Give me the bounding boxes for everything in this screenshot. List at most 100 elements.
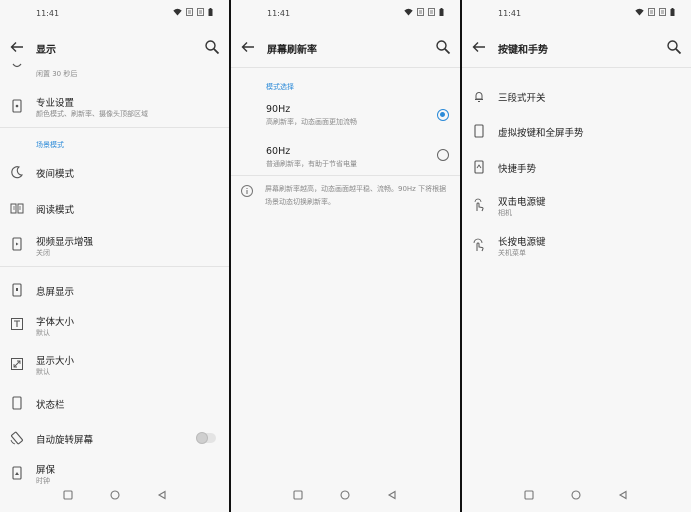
battery-icon: [439, 8, 444, 16]
status-bar: 11:41: [0, 8, 229, 20]
item-label: 字体大小: [36, 317, 75, 328]
back-arrow-icon[interactable]: [239, 38, 257, 56]
reading-mode-item[interactable]: 阅读模式: [0, 196, 229, 220]
alert-slider-item[interactable]: 三段式开关: [462, 84, 691, 108]
phone-display-icon: [12, 283, 22, 297]
option-subtitle: 普通刷新率，有助于节省电量: [266, 160, 357, 168]
gesture-icon: [474, 160, 484, 174]
section-header: 模式选择: [266, 83, 294, 91]
divider: [462, 67, 691, 68]
pro-settings-item[interactable]: 专业设置 颜色模式、刷新率、摄像头顶部区域: [0, 92, 229, 122]
screensaver-item[interactable]: 屏保 时钟: [0, 458, 229, 488]
refresh-rate-note: 屏幕刷新率越高，动态画面越平稳、流畅。90Hz 下将根据场景动态切换刷新率。: [265, 185, 447, 206]
item-label: 屏保: [36, 465, 56, 476]
wifi-icon: [635, 8, 644, 16]
back-triangle-icon[interactable]: [157, 490, 167, 500]
home-circle-icon[interactable]: [340, 490, 350, 500]
font-size-item[interactable]: 字体大小 默认: [0, 310, 229, 340]
back-arrow-icon[interactable]: [470, 38, 488, 56]
search-icon[interactable]: [665, 38, 683, 56]
timer-icon: [12, 63, 22, 68]
info-icon: [241, 185, 253, 197]
display-settings-panel: 11:41 显示 闲置 30 秒后 专业设置 颜色模式、刷新率、摄像头顶部区域 …: [0, 0, 229, 512]
screensaver-icon: [12, 466, 22, 480]
back-arrow-icon[interactable]: [8, 38, 26, 56]
refresh-90hz-option[interactable]: 90Hz 高刷新率，动态画面更加流畅: [231, 100, 460, 132]
hand-press-icon: [473, 238, 484, 252]
divider: [0, 127, 229, 128]
auto-rotate-item[interactable]: 自动旋转屏幕: [0, 426, 229, 450]
section-header: 场景模式: [36, 141, 64, 149]
screen-timeout-item[interactable]: 闲置 30 秒后: [0, 62, 229, 82]
item-subtitle: 默认: [36, 368, 50, 376]
item-subtitle: 闲置 30 秒后: [36, 70, 78, 78]
item-label: 专业设置: [36, 98, 75, 109]
search-icon[interactable]: [203, 38, 221, 56]
video-enhance-item[interactable]: 视频显示增强 关闭: [0, 230, 229, 260]
item-subtitle: 默认: [36, 329, 50, 337]
search-icon[interactable]: [434, 38, 452, 56]
moon-icon: [11, 166, 23, 179]
item-subtitle: 相机: [498, 209, 512, 217]
navigation-bar: [462, 490, 691, 504]
home-circle-icon[interactable]: [571, 490, 581, 500]
option-label: 60Hz: [266, 146, 291, 157]
item-label: 视频显示增强: [36, 237, 94, 248]
phone-icon: [12, 396, 22, 410]
sim-icon: [428, 8, 435, 16]
item-label: 三段式开关: [498, 93, 546, 104]
divider: [231, 67, 460, 68]
sim-icon: [417, 8, 424, 16]
book-icon: [10, 203, 24, 214]
item-label: 快捷手势: [498, 164, 537, 175]
item-label: 状态栏: [36, 400, 65, 411]
back-triangle-icon[interactable]: [618, 490, 628, 500]
divider: [231, 175, 460, 176]
status-bar-item[interactable]: 状态栏: [0, 392, 229, 416]
hand-tap-icon: [474, 198, 484, 212]
option-subtitle: 高刷新率，动态画面更加流畅: [266, 118, 357, 126]
divider: [0, 266, 229, 267]
recents-square-icon[interactable]: [63, 490, 73, 500]
recents-square-icon[interactable]: [293, 490, 303, 500]
display-size-item[interactable]: 显示大小 默认: [0, 350, 229, 380]
toggle-knob: [196, 432, 208, 444]
long-press-power-item[interactable]: 长按电源键 关机菜单: [462, 230, 691, 260]
app-bar: 显示: [0, 36, 229, 60]
quick-gestures-item[interactable]: 快捷手势: [462, 155, 691, 179]
status-icons: [635, 8, 675, 16]
refresh-60hz-option[interactable]: 60Hz 普通刷新率，有助于节省电量: [231, 142, 460, 174]
double-press-power-item[interactable]: 双击电源键 相机: [462, 190, 691, 220]
phone-settings-icon: [12, 99, 22, 113]
status-icons: [173, 8, 213, 16]
bell-icon: [475, 92, 483, 102]
battery-icon: [670, 8, 675, 16]
radio-90hz-selected[interactable]: [437, 109, 449, 121]
buttons-gestures-panel: 11:41 按键和手势 三段式开关 虚拟按键和全屏手势 快捷手势 双击电源键 相…: [462, 0, 691, 512]
back-triangle-icon[interactable]: [387, 490, 397, 500]
item-subtitle: 颜色模式、刷新率、摄像头顶部区域: [36, 110, 148, 118]
navigation-bar: [231, 490, 460, 504]
page-title: 屏幕刷新率: [267, 45, 317, 56]
night-mode-item[interactable]: 夜间模式: [0, 160, 229, 184]
app-bar: 按键和手势: [462, 36, 691, 60]
item-label: 显示大小: [36, 356, 75, 367]
refresh-rate-panel: 11:41 屏幕刷新率 模式选择 90Hz 高刷新率，动态画面更加流畅 60Hz…: [231, 0, 460, 512]
wifi-icon: [404, 8, 413, 16]
sim-icon: [659, 8, 666, 16]
radio-60hz[interactable]: [437, 149, 449, 161]
item-label: 自动旋转屏幕: [36, 435, 94, 446]
home-circle-icon[interactable]: [110, 490, 120, 500]
sim-icon: [197, 8, 204, 16]
page-title: 显示: [36, 45, 56, 56]
auto-rotate-toggle[interactable]: [196, 432, 216, 444]
app-bar: 屏幕刷新率: [231, 36, 460, 60]
recents-square-icon[interactable]: [524, 490, 534, 500]
status-bar: 11:41: [231, 8, 460, 20]
nav-buttons-gestures-item[interactable]: 虚拟按键和全屏手势: [462, 119, 691, 143]
wifi-icon: [173, 8, 182, 16]
page-title: 按键和手势: [498, 45, 548, 56]
item-label: 阅读模式: [36, 205, 75, 216]
ambient-display-item[interactable]: 息屏显示: [0, 278, 229, 302]
item-label: 夜间模式: [36, 169, 75, 180]
